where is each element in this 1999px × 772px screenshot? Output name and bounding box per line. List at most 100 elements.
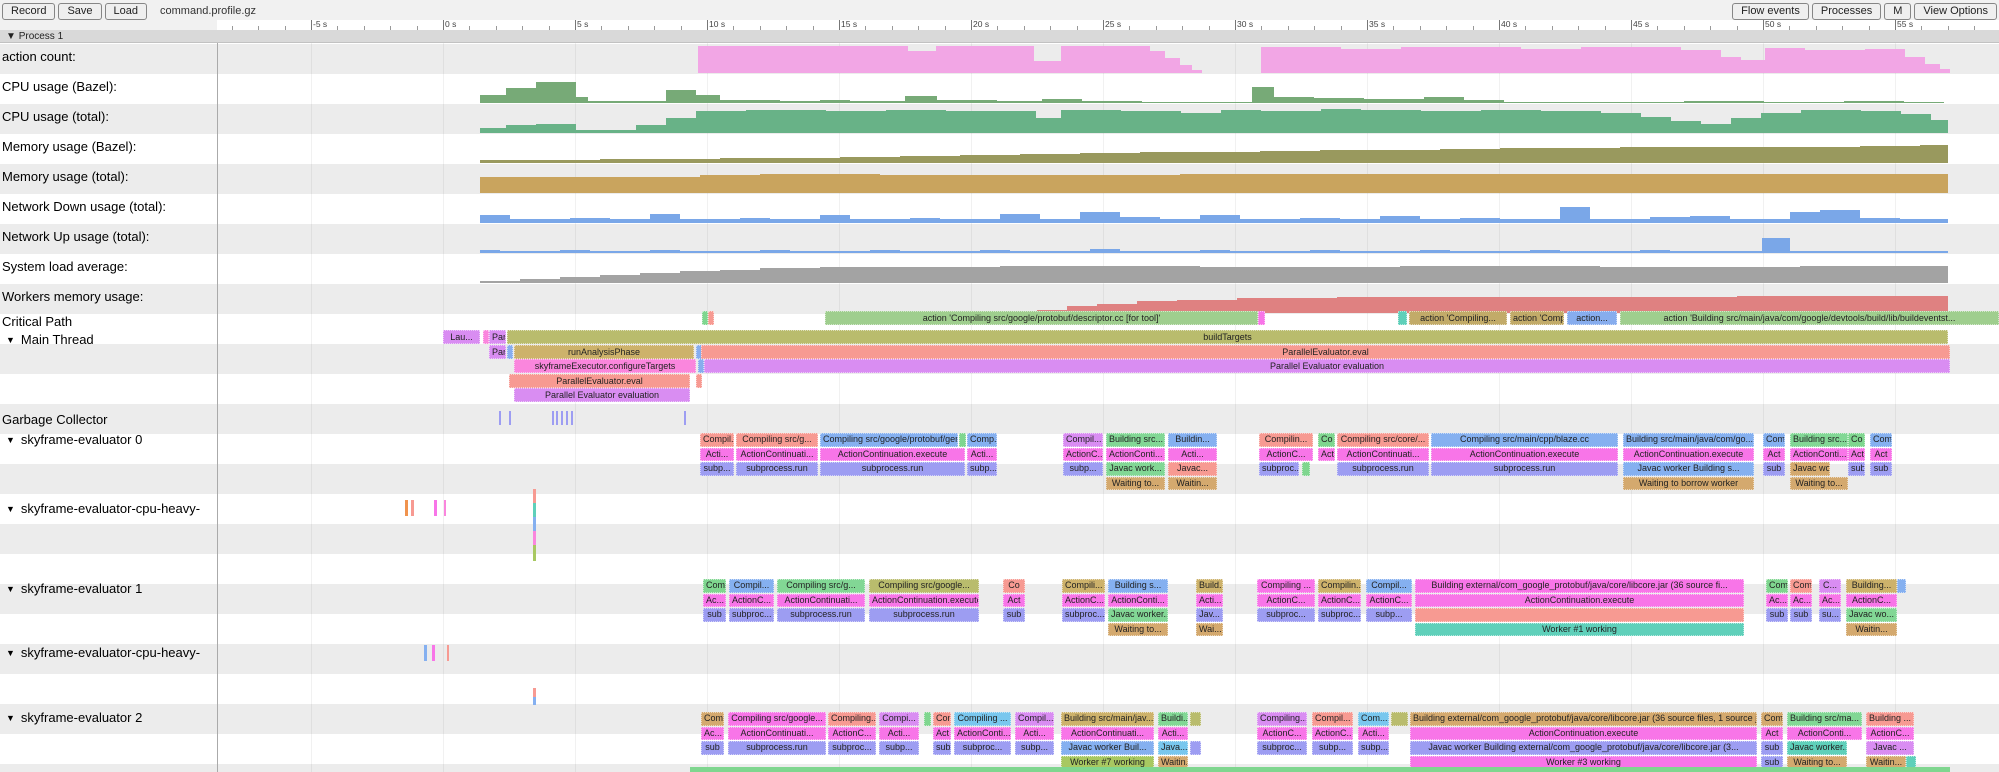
event-bar[interactable]: Com	[701, 712, 724, 726]
event-bar[interactable]: sub	[1870, 462, 1892, 476]
event-bar[interactable]: ActionC...	[1062, 594, 1105, 608]
event-bar[interactable]: Waiting to...	[1106, 477, 1165, 491]
event-bar[interactable]: Waiting to borrow worker	[1623, 477, 1754, 491]
event-bar[interactable]: Javac worker...	[1787, 741, 1847, 755]
event-bar[interactable]: Building src...	[1790, 433, 1848, 447]
event-bar[interactable]: Javac...	[1168, 462, 1217, 476]
event-tick[interactable]	[447, 645, 449, 661]
event-bar[interactable]: Compiling src/core/...	[1337, 433, 1429, 447]
event-tick[interactable]	[509, 411, 511, 425]
event-bar[interactable]: Javac worker Building s...	[1623, 462, 1754, 476]
event-bar[interactable]	[959, 433, 966, 447]
event-bar[interactable]: ActionC...	[1366, 594, 1412, 608]
event-tick[interactable]	[552, 411, 554, 425]
event-tick[interactable]	[405, 500, 408, 516]
event-bar[interactable]: sub	[703, 608, 726, 622]
event-bar[interactable]: Compil...	[1366, 579, 1412, 593]
event-bar[interactable]: ActionConti...	[1106, 448, 1165, 462]
event-bar[interactable]: Compiling ...	[1257, 579, 1315, 593]
event-bar[interactable]: Ac...	[1819, 594, 1841, 608]
event-bar[interactable]: Acti...	[879, 727, 919, 741]
event-bar[interactable]: Javac ...	[1866, 741, 1914, 755]
event-bar[interactable]: action 'Compiling src/google/protobuf/de…	[825, 311, 1258, 325]
event-bar[interactable]: Compiling src/google...	[869, 579, 979, 593]
event-bar[interactable]: action 'Building src/main/java/com/googl…	[1620, 311, 1999, 325]
event-bar[interactable]: subproc...	[1257, 608, 1315, 622]
event-bar[interactable]: Acti...	[1358, 727, 1389, 741]
event-bar[interactable]: Wai...	[1196, 623, 1223, 637]
event-bar[interactable]	[1897, 579, 1906, 593]
collapse-arrow-icon[interactable]: ▼	[6, 435, 15, 445]
event-bar[interactable]: sub	[1763, 462, 1785, 476]
event-bar[interactable]: sub	[1790, 608, 1812, 622]
event-bar[interactable]: Compi...	[879, 712, 919, 726]
event-bar[interactable]: Ac...	[1766, 594, 1788, 608]
view-options-button[interactable]: View Options	[1914, 3, 1997, 20]
event-tick[interactable]	[571, 411, 573, 425]
event-bar[interactable]: subp...	[967, 462, 997, 476]
event-bar[interactable]: Acti...	[1196, 594, 1223, 608]
event-bar[interactable]: ActionC...	[729, 594, 774, 608]
event-bar[interactable]: Jav...	[1196, 608, 1223, 622]
event-bar[interactable]: Buildin...	[1168, 433, 1217, 447]
event-bar[interactable]: Building ...	[1866, 712, 1914, 726]
event-bar[interactable]: Acti...	[700, 448, 734, 462]
event-tick[interactable]	[533, 489, 536, 503]
event-bar[interactable]: ActionContinuation.execute	[1623, 448, 1754, 462]
event-bar[interactable]: Building src/main/java/com/go...	[1623, 433, 1754, 447]
collapse-arrow-icon[interactable]: ▼	[6, 648, 15, 658]
save-button[interactable]: Save	[58, 3, 101, 20]
event-bar[interactable]: Compiling src/g...	[736, 433, 818, 447]
event-bar[interactable]	[1415, 608, 1744, 622]
event-tick[interactable]	[561, 411, 563, 425]
track-label-skyframe-evaluator-1[interactable]: ▼skyframe-evaluator 1	[6, 581, 142, 596]
event-bar[interactable]	[1398, 311, 1407, 325]
event-bar[interactable]: subp...	[1366, 608, 1412, 622]
event-bar[interactable]: Com...	[1358, 712, 1389, 726]
event-bar[interactable]: subprocess.run	[820, 462, 965, 476]
event-bar[interactable]: ActionContinuation.execute	[1415, 594, 1744, 608]
event-bar[interactable]: subprocess.run	[1431, 462, 1618, 476]
event-bar[interactable]: action 'Compili...	[1510, 311, 1564, 325]
event-bar[interactable]: Lau...	[443, 330, 480, 344]
event-bar[interactable]: ActionC...	[828, 727, 876, 741]
event-bar[interactable]: Waitin...	[1168, 477, 1217, 491]
event-bar[interactable]: ActionContinuati...	[777, 594, 865, 608]
event-bar[interactable]: Compiling src/google...	[728, 712, 826, 726]
collapse-arrow-icon[interactable]: ▼	[6, 584, 15, 594]
event-tick[interactable]	[556, 411, 558, 425]
event-bar[interactable]	[1190, 712, 1201, 726]
event-bar[interactable]: Compiling...	[828, 712, 876, 726]
event-bar[interactable]: Javac wo...	[1846, 608, 1897, 622]
event-bar[interactable]: Building external/com_google_protobuf/ja…	[1415, 579, 1744, 593]
event-bar[interactable]: runAnalysisPhase	[514, 345, 694, 359]
event-tick[interactable]	[533, 545, 536, 561]
event-bar[interactable]: subproc...	[729, 608, 774, 622]
event-bar[interactable]: Ac...	[703, 594, 726, 608]
flow-events-button[interactable]: Flow events	[1732, 3, 1809, 20]
process-header[interactable]: ▼ Process 1	[0, 30, 1999, 43]
event-bar[interactable]: Compili...	[1062, 579, 1105, 593]
collapse-arrow-icon[interactable]: ▼	[6, 713, 15, 723]
event-bar[interactable]: Com	[1870, 433, 1892, 447]
event-tick[interactable]	[424, 645, 427, 661]
event-bar[interactable]: Par	[489, 345, 506, 359]
event-bar[interactable]: Act	[1870, 448, 1892, 462]
event-bar[interactable]: Parallel Evaluator evaluation	[514, 388, 690, 402]
track-label-main-thread[interactable]: ▼Main Thread	[6, 332, 94, 347]
event-bar[interactable]: subp...	[700, 462, 734, 476]
event-tick[interactable]	[434, 500, 437, 516]
event-tick[interactable]	[444, 500, 446, 516]
event-bar[interactable]: subproc...	[1257, 741, 1307, 755]
event-bar[interactable]: Par	[489, 330, 506, 344]
event-bar[interactable]: subprocess.run	[1337, 462, 1429, 476]
collapse-arrow-icon[interactable]: ▼	[6, 335, 15, 345]
event-bar[interactable]: subproc...	[1259, 462, 1299, 476]
event-bar[interactable]: ActionC...	[1846, 594, 1897, 608]
event-bar[interactable]	[1391, 712, 1408, 726]
event-bar[interactable]: action...	[1567, 311, 1617, 325]
event-bar[interactable]	[696, 374, 702, 388]
track-label-skyframe-evaluator-0[interactable]: ▼skyframe-evaluator 0	[6, 432, 142, 447]
event-bar[interactable]: Build...	[1196, 579, 1223, 593]
event-bar[interactable]: Compilin...	[1259, 433, 1313, 447]
